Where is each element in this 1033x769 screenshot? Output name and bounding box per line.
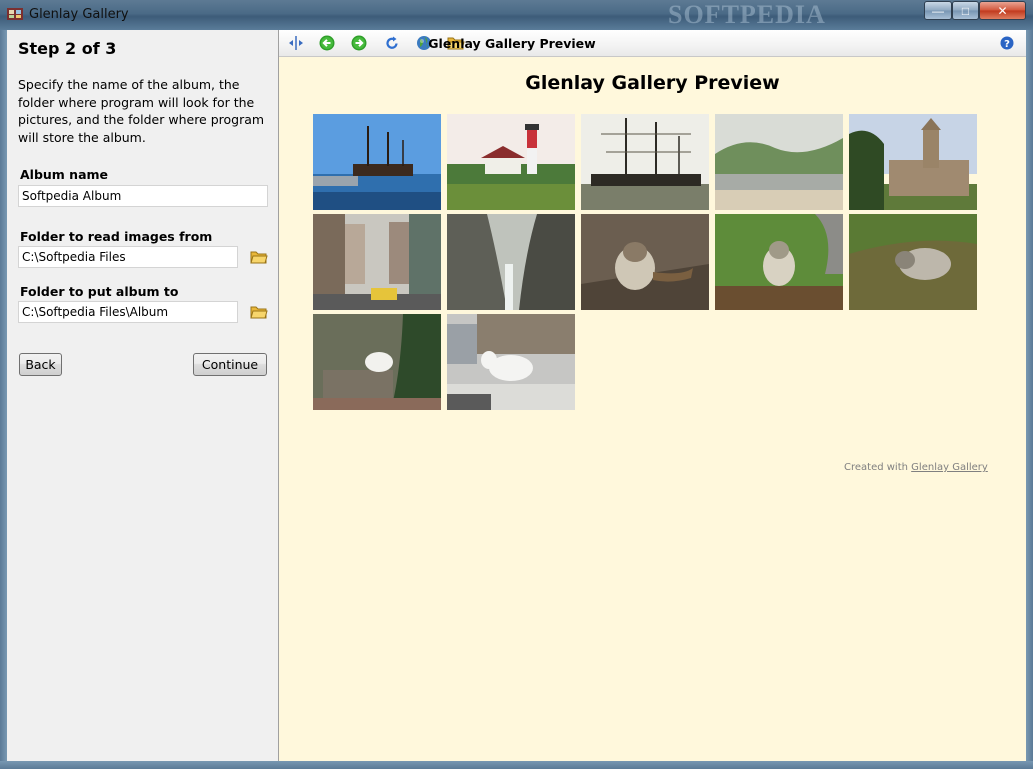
help-icon[interactable]: ? [1000, 36, 1014, 50]
continue-button[interactable]: Continue [193, 353, 267, 376]
credit-line: Created with Glenlay Gallery [844, 462, 988, 473]
preview-toolbar-title: Glenlay Gallery Preview [428, 36, 596, 51]
app-icon [7, 8, 23, 20]
gallery-thumbnail-marmot-meadow[interactable] [849, 214, 977, 310]
preview-panel: Glenlay Gallery Preview ? Glenlay Galler… [279, 30, 1026, 761]
gallery-thumbnail-mountain-goat[interactable] [447, 314, 575, 410]
step-description: Specify the name of the album, the folde… [18, 77, 265, 145]
album-folder-label: Folder to put album to [20, 284, 179, 299]
album-name-label: Album name [20, 167, 109, 182]
gallery-title: Glenlay Gallery Preview [525, 72, 780, 94]
window-frame-bottom [0, 761, 1033, 769]
gallery-thumbnail-marmot-grass[interactable] [715, 214, 843, 310]
window-frame-left [0, 30, 7, 769]
gallery-thumbnail-beach-cove[interactable] [715, 114, 843, 210]
minimize-icon: — [932, 3, 944, 18]
gallery-thumbnail-waterfall-canyon[interactable] [447, 214, 575, 310]
maximize-button[interactable]: □ [952, 1, 979, 20]
softpedia-watermark: SOFTPEDIA [668, 0, 826, 29]
title-bar: Glenlay Gallery SOFTPEDIA — □ ✕ [0, 0, 1033, 30]
glenlay-gallery-link[interactable]: Glenlay Gallery [911, 462, 988, 473]
album-folder-input[interactable] [18, 301, 238, 323]
gallery-thumbnail-goat-rock[interactable] [313, 314, 441, 410]
close-icon: ✕ [997, 3, 1008, 18]
gallery-preview: Glenlay Gallery Preview Created with Gle… [279, 57, 1026, 761]
gallery-thumbnail-lighthouse[interactable] [447, 114, 575, 210]
album-name-input[interactable] [18, 185, 268, 207]
gallery-thumbnail-city-street[interactable] [313, 214, 441, 310]
close-button[interactable]: ✕ [979, 1, 1026, 20]
gallery-thumbnail-mission-building[interactable] [849, 114, 977, 210]
maximize-icon: □ [961, 3, 970, 18]
browse-album-folder-icon[interactable] [250, 304, 268, 320]
gallery-thumbnail-marmot-rocks[interactable] [581, 214, 709, 310]
window-title: Glenlay Gallery [29, 7, 129, 22]
minimize-button[interactable]: — [924, 1, 952, 20]
wizard-panel: Step 2 of 3 Specify the name of the albu… [7, 30, 279, 761]
read-folder-input[interactable] [18, 246, 238, 268]
read-folder-label: Folder to read images from [20, 229, 213, 244]
credit-prefix: Created with [844, 462, 908, 473]
gallery-thumbnail-tall-ship[interactable] [581, 114, 709, 210]
browse-read-folder-icon[interactable] [250, 249, 268, 265]
preview-toolbar: Glenlay Gallery Preview ? [279, 30, 1026, 57]
back-button[interactable]: Back [19, 353, 62, 376]
svg-text:?: ? [1004, 39, 1010, 50]
gallery-thumbnail-ship-harbor[interactable] [313, 114, 441, 210]
window-frame-right [1026, 30, 1033, 769]
